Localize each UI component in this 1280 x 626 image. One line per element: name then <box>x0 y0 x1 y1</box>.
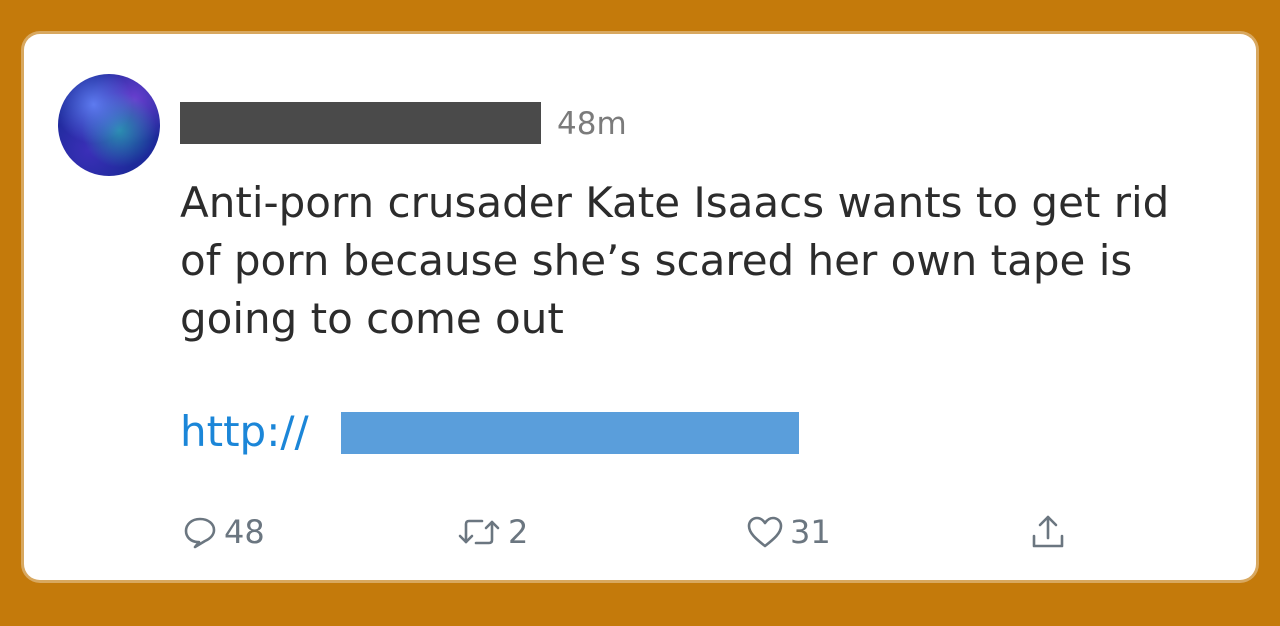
tweet-text: Anti-porn crusader Kate Isaacs wants to … <box>180 178 1170 343</box>
share-button[interactable] <box>1028 512 1068 552</box>
retweet-count: 2 <box>508 513 529 551</box>
link-prefix[interactable]: http:// <box>180 406 309 458</box>
tweet-card: 48m Anti-porn crusader Kate Isaacs wants… <box>24 34 1256 580</box>
reply-icon <box>182 514 218 550</box>
retweet-icon <box>456 514 502 550</box>
reply-count: 48 <box>224 513 265 551</box>
retweet-button[interactable]: 2 <box>456 512 528 552</box>
redacted-link[interactable] <box>341 412 799 454</box>
tweet-timestamp: 48m <box>557 106 627 142</box>
share-icon <box>1028 512 1068 552</box>
like-button[interactable]: 31 <box>746 512 831 552</box>
redacted-username <box>180 102 541 144</box>
like-count: 31 <box>790 513 831 551</box>
reply-button[interactable]: 48 <box>182 512 265 552</box>
avatar[interactable] <box>58 74 160 176</box>
like-icon <box>746 514 784 550</box>
